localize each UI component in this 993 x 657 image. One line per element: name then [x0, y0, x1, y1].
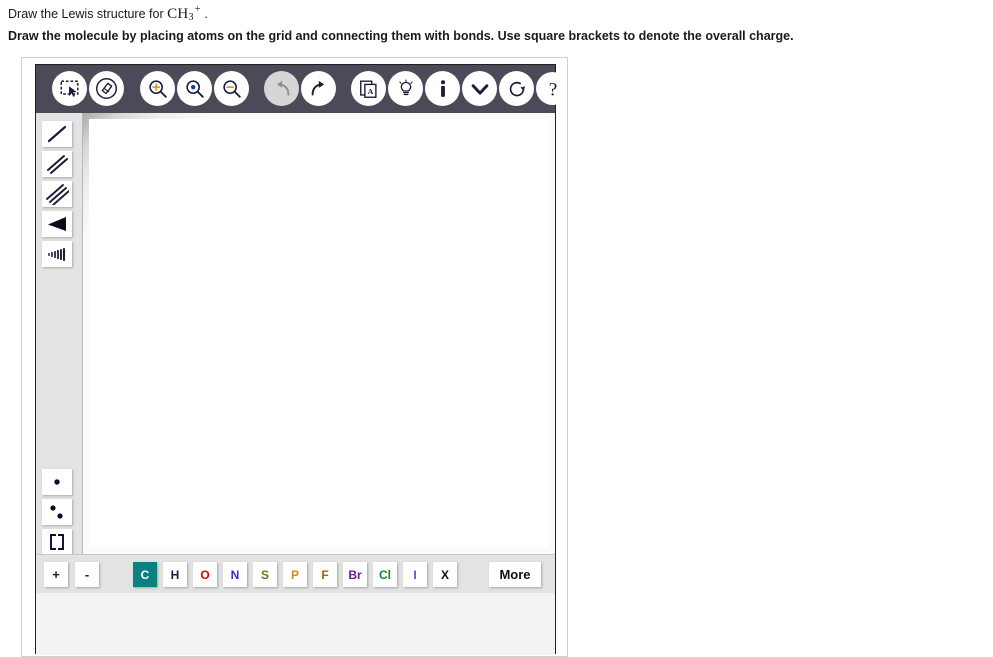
element-button-n[interactable]: N	[223, 562, 247, 587]
brackets-icon[interactable]	[42, 529, 72, 555]
element-button-cl[interactable]: Cl	[373, 562, 397, 587]
element-palette: + - C H O N S P F Br Cl I X More	[36, 554, 555, 593]
editor-toolbar: A ?	[36, 65, 567, 113]
eraser-icon[interactable]	[89, 71, 124, 106]
molecule-editor-frame: A ? + - C H O N S P F Br Cl I X More	[21, 57, 568, 657]
chevron-down-icon[interactable]	[462, 71, 497, 106]
single-bond-icon[interactable]	[42, 121, 72, 147]
prompt-text-prefix: Draw the Lewis structure for	[8, 7, 168, 21]
zoom-fit-icon[interactable]	[177, 71, 212, 106]
undo-icon[interactable]	[264, 71, 299, 106]
element-button-x[interactable]: X	[433, 562, 457, 587]
editor-footer-area	[36, 593, 555, 655]
redo-icon[interactable]	[301, 71, 336, 106]
bond-tool-strip	[36, 113, 83, 555]
element-button-br[interactable]: Br	[343, 562, 367, 587]
zoom-in-icon[interactable]	[140, 71, 175, 106]
formula-superscript: +	[194, 4, 201, 15]
copy-to-text-icon[interactable]: A	[351, 71, 386, 106]
double-bond-icon[interactable]	[42, 151, 72, 177]
more-elements-button[interactable]: More	[489, 562, 541, 587]
lone-pair-icon[interactable]	[42, 499, 72, 525]
select-lasso-icon[interactable]	[52, 71, 87, 106]
svg-text:A: A	[367, 87, 373, 96]
prompt-text-suffix: .	[200, 7, 208, 21]
hashed-bond-icon[interactable]	[42, 241, 72, 267]
formula-element: CH	[167, 6, 189, 22]
zoom-out-icon[interactable]	[214, 71, 249, 106]
reset-icon[interactable]	[499, 71, 534, 106]
element-button-h[interactable]: H	[163, 562, 187, 587]
element-button-i[interactable]: I	[403, 562, 427, 587]
increase-charge-button[interactable]: +	[44, 562, 68, 587]
element-button-f[interactable]: F	[313, 562, 337, 587]
chemical-formula: CH3+	[167, 4, 201, 23]
instruction-text: Draw the molecule by placing atoms on th…	[8, 29, 794, 43]
element-button-s[interactable]: S	[253, 562, 277, 587]
element-button-p[interactable]: P	[283, 562, 307, 587]
info-icon[interactable]	[425, 71, 460, 106]
triple-bond-icon[interactable]	[42, 181, 72, 207]
lightbulb-icon[interactable]	[388, 71, 423, 106]
element-button-o[interactable]: O	[193, 562, 217, 587]
element-button-c[interactable]: C	[133, 562, 157, 587]
molecule-editor: A ? + - C H O N S P F Br Cl I X More	[35, 64, 567, 655]
svg-text:?: ?	[548, 79, 557, 100]
wedge-bond-icon[interactable]	[42, 211, 72, 237]
question-prompt: Draw the Lewis structure for CH3+ .	[8, 2, 208, 26]
drawing-canvas[interactable]	[89, 119, 549, 548]
help-icon[interactable]: ?	[536, 72, 567, 105]
decrease-charge-button[interactable]: -	[75, 562, 99, 587]
single-electron-icon[interactable]	[42, 469, 72, 495]
canvas-container	[83, 113, 555, 554]
